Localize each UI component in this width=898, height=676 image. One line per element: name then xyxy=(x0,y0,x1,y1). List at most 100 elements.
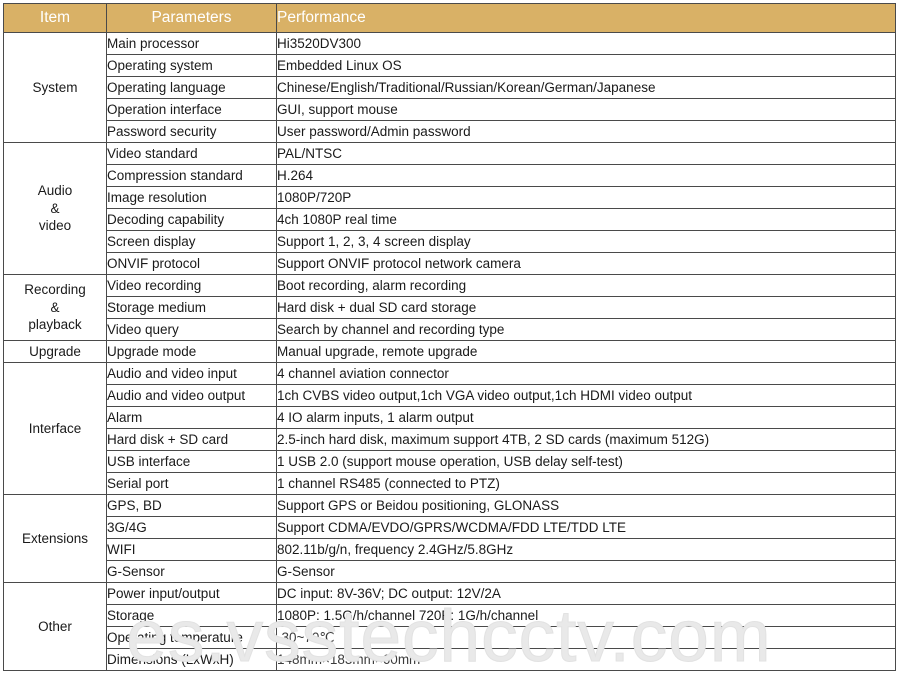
performance-cell: 1 USB 2.0 (support mouse operation, USB … xyxy=(276,450,896,473)
performance-cell: 1080P: 1.5G/h/channel 720P: 1G/h/channel xyxy=(276,604,896,627)
column-header-parameters: Parameters xyxy=(106,3,277,33)
item-group-label: Audio & video xyxy=(3,142,107,275)
specification-table: Item Parameters Performance System Main p… xyxy=(3,3,896,671)
table-row: Password security User password/Admin pas… xyxy=(4,120,896,143)
parameter-cell: Storage xyxy=(106,604,277,627)
item-group-label: Other xyxy=(3,582,107,671)
parameter-cell: Storage medium xyxy=(106,296,277,319)
table-row: Storage medium Hard disk + dual SD card s… xyxy=(4,296,896,319)
table-row: Screen display Support 1, 2, 3, 4 screen … xyxy=(4,230,896,253)
table-row: Dimensions (LxWxH) 148mm×183mm×60mm xyxy=(4,648,896,671)
parameter-cell: WIFI xyxy=(106,538,277,561)
column-header-performance: Performance xyxy=(276,3,896,33)
performance-cell: User password/Admin password xyxy=(276,120,896,143)
performance-cell: Support ONVIF protocol network camera xyxy=(276,252,896,275)
performance-cell: -30~70℃ xyxy=(276,626,896,649)
table-row: Other Power input/output DC input: 8V-36V;… xyxy=(3,582,896,671)
table-row: Storage 1080P: 1.5G/h/channel 720P: 1G/h/… xyxy=(4,604,896,627)
table-row: USB interface 1 USB 2.0 (support mouse op… xyxy=(4,450,896,473)
table-row: System Main processor Hi3520DV300 xyxy=(3,32,896,143)
parameter-cell: Video recording xyxy=(106,274,277,297)
performance-cell: G-Sensor xyxy=(276,560,896,583)
table-row: Image resolution 1080P/720P xyxy=(4,186,896,209)
performance-cell: 4 IO alarm inputs, 1 alarm output xyxy=(276,406,896,429)
parameter-cell: Alarm xyxy=(106,406,277,429)
performance-cell: GUI, support mouse xyxy=(276,98,896,121)
performance-cell: 4 channel aviation connector xyxy=(276,362,896,385)
parameter-cell: Screen display xyxy=(106,230,277,253)
parameter-cell: Image resolution xyxy=(106,186,277,209)
parameter-cell: Power input/output xyxy=(106,582,277,605)
parameter-cell: Decoding capability xyxy=(106,208,277,231)
performance-cell: 148mm×183mm×60mm xyxy=(276,648,896,671)
item-group-label: Interface xyxy=(3,362,107,495)
performance-cell: PAL/NTSC xyxy=(276,142,896,165)
performance-cell: Support GPS or Beidou positioning, GLONA… xyxy=(276,494,896,517)
parameter-cell: Video query xyxy=(106,318,277,341)
parameter-cell: 3G/4G xyxy=(106,516,277,539)
table-row: Upgrade Upgrade mode Manual upgrade, remot… xyxy=(3,340,896,363)
performance-cell: Search by channel and recording type xyxy=(276,318,896,341)
table-row: 3G/4G Support CDMA/EVDO/GPRS/WCDMA/FDD LT… xyxy=(4,516,896,539)
performance-cell: 1080P/720P xyxy=(276,186,896,209)
table-row: Compression standard H.264 xyxy=(4,164,896,187)
performance-cell: DC input: 8V-36V; DC output: 12V/2A xyxy=(276,582,896,605)
parameter-cell: Serial port xyxy=(106,472,277,495)
parameter-cell: Hard disk + SD card xyxy=(106,428,277,451)
table-row: Audio & video Video standard PAL/NTSC xyxy=(3,142,896,275)
table-row: Interface Audio and video input 4 channel … xyxy=(3,362,896,495)
parameter-cell: G-Sensor xyxy=(106,560,277,583)
parameter-cell: Audio and video output xyxy=(106,384,277,407)
table-header-row: Item Parameters Performance xyxy=(3,3,896,33)
performance-cell: 1ch CVBS video output,1ch VGA video outp… xyxy=(276,384,896,407)
parameter-cell: Dimensions (LxWxH) xyxy=(106,648,277,671)
table-row: Serial port 1 channel RS485 (connected to… xyxy=(4,472,896,495)
parameter-cell: Upgrade mode xyxy=(106,340,277,363)
performance-cell: 1 channel RS485 (connected to PTZ) xyxy=(276,472,896,495)
item-group-label: Upgrade xyxy=(3,340,107,363)
table-row: Recording & playback Video recording Boot re… xyxy=(3,274,896,341)
table-row: G-Sensor G-Sensor xyxy=(4,560,896,583)
parameter-cell: USB interface xyxy=(106,450,277,473)
parameter-cell: Compression standard xyxy=(106,164,277,187)
performance-cell: H.264 xyxy=(276,164,896,187)
performance-cell: Support CDMA/EVDO/GPRS/WCDMA/FDD LTE/TDD… xyxy=(276,516,896,539)
item-group-label: System xyxy=(3,32,107,143)
parameter-cell: Audio and video input xyxy=(106,362,277,385)
parameter-cell: GPS, BD xyxy=(106,494,277,517)
performance-cell: 2.5-inch hard disk, maximum support 4TB,… xyxy=(276,428,896,451)
parameter-cell: Operating system xyxy=(106,54,277,77)
table-row: WIFI 802.11b/g/n, frequency 2.4GHz/5.8GHz xyxy=(4,538,896,561)
performance-cell: 4ch 1080P real time xyxy=(276,208,896,231)
table-row: ONVIF protocol Support ONVIF protocol net… xyxy=(4,252,896,275)
parameter-cell: Main processor xyxy=(106,32,277,55)
performance-cell: Manual upgrade, remote upgrade xyxy=(276,340,896,363)
performance-cell: Embedded Linux OS xyxy=(276,54,896,77)
performance-cell: 802.11b/g/n, frequency 2.4GHz/5.8GHz xyxy=(276,538,896,561)
table-row: Operating temperature -30~70℃ xyxy=(4,626,896,649)
parameter-cell: Operating temperature xyxy=(106,626,277,649)
specification-sheet: es.vsstechcctv.com Item Parameters Perfo… xyxy=(0,0,898,676)
parameter-cell: Operating language xyxy=(106,76,277,99)
parameter-cell: Video standard xyxy=(106,142,277,165)
table-row: Operation interface GUI, support mouse xyxy=(4,98,896,121)
parameter-cell: Operation interface xyxy=(106,98,277,121)
performance-cell: Hard disk + dual SD card storage xyxy=(276,296,896,319)
table-row: Decoding capability 4ch 1080P real time xyxy=(4,208,896,231)
table-row: Extensions GPS, BD Support GPS or Beidou p… xyxy=(3,494,896,583)
parameter-cell: Password security xyxy=(106,120,277,143)
table-row: Operating language Chinese/English/Tradit… xyxy=(4,76,896,99)
table-header: Item Parameters Performance xyxy=(3,3,896,33)
performance-cell: Support 1, 2, 3, 4 screen display xyxy=(276,230,896,253)
column-header-item: Item xyxy=(3,3,107,33)
table-row: Operating system Embedded Linux OS xyxy=(4,54,896,77)
table-body: System Main processor Hi3520DV300 Operating… xyxy=(3,32,896,671)
performance-cell: Chinese/English/Traditional/Russian/Kore… xyxy=(276,76,896,99)
parameter-cell: ONVIF protocol xyxy=(106,252,277,275)
item-group-label: Extensions xyxy=(3,494,107,583)
table-row: Hard disk + SD card 2.5-inch hard disk, m… xyxy=(4,428,896,451)
table-row: Alarm 4 IO alarm inputs, 1 alarm output xyxy=(4,406,896,429)
performance-cell: Boot recording, alarm recording xyxy=(276,274,896,297)
performance-cell: Hi3520DV300 xyxy=(276,32,896,55)
item-group-label: Recording & playback xyxy=(3,274,107,341)
